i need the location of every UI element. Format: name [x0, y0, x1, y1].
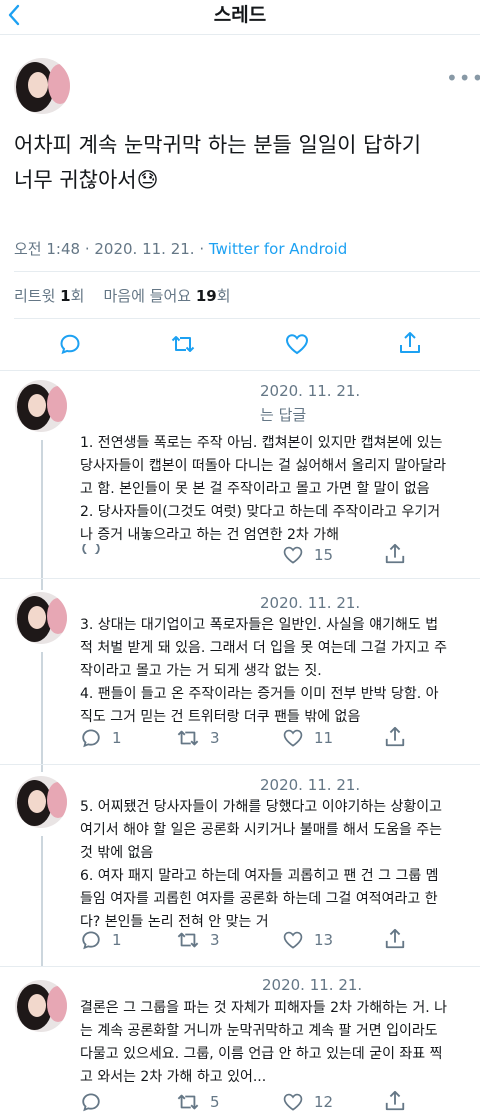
- reply-button[interactable]: 1: [80, 929, 122, 951]
- reply-action-bar: 5 12: [0, 1089, 480, 1113]
- heart-icon: [283, 546, 303, 564]
- like-count: 12: [314, 1093, 334, 1111]
- speech-bubble-icon: [82, 931, 100, 950]
- reply-text: 결론은 그 그룹을 파는 것 자체가 피해자들 2차 가해하는 거. 나 는 계…: [80, 1000, 447, 1085]
- main-action-bar: [0, 330, 480, 360]
- speech-bubble-icon: [82, 544, 100, 554]
- divider: [14, 271, 480, 272]
- speech-bubble-icon: [60, 334, 80, 355]
- share-button[interactable]: [384, 542, 406, 566]
- page-title: 스레드: [213, 4, 267, 26]
- share-button[interactable]: [384, 725, 406, 749]
- avatar[interactable]: [15, 776, 67, 828]
- tweet-client-link[interactable]: Twitter for Android: [209, 240, 347, 258]
- reply-date: 2020. 11. 21.: [262, 976, 363, 994]
- share-upload-icon: [385, 726, 405, 747]
- heart-icon: [283, 1093, 303, 1111]
- reply-text: 3. 상대는 대기업이고 폭로자들은 일반인. 사실을 얘기해도 법 적 처벌 …: [80, 617, 447, 725]
- share-upload-icon: [400, 332, 420, 353]
- more-dots-icon[interactable]: •••: [446, 66, 480, 90]
- retweet-button[interactable]: 3: [176, 929, 220, 951]
- tweet-time: 오전 1:48 · 2020. 11. 21. ·: [14, 240, 209, 258]
- reply-action-bar: 1 3 13: [0, 927, 480, 955]
- sweat-emoji-icon: 😓: [136, 168, 159, 192]
- avatar[interactable]: [15, 592, 67, 644]
- top-bar: 스레드: [0, 0, 480, 35]
- like-count: 15: [314, 546, 334, 564]
- like-button[interactable]: [284, 332, 310, 356]
- reply-date: 2020. 11. 21.: [260, 382, 361, 400]
- retweet-button[interactable]: [170, 332, 196, 356]
- heart-icon: [283, 931, 303, 949]
- like-button[interactable]: 13: [282, 929, 333, 951]
- like-button[interactable]: 12: [282, 1091, 333, 1113]
- reply-button[interactable]: [80, 1091, 102, 1113]
- reply-date: 2020. 11. 21.: [260, 594, 361, 612]
- divider: [0, 966, 480, 967]
- reply-text: 1. 전연생들 폭로는 주작 아님. 캡쳐본이 있지만 캡쳐본에 있는 당사자들…: [80, 435, 447, 543]
- reply-count: 1: [112, 931, 122, 949]
- divider: [0, 370, 480, 371]
- share-upload-icon: [385, 1090, 405, 1111]
- speech-bubble-icon: [82, 729, 100, 748]
- reply-action-bar: 15: [0, 542, 480, 570]
- share-upload-icon: [385, 928, 405, 949]
- heart-icon: [285, 334, 309, 355]
- retweets-stat[interactable]: 리트윗 1회: [14, 287, 84, 305]
- reply-text: 5. 어찌됐건 당사자들이 가해를 당했다고 이야기하는 상황이고 여기서 해야…: [80, 799, 443, 930]
- reply-count: 1: [112, 729, 122, 747]
- likes-stat[interactable]: 마음에 들어요 19회: [104, 287, 231, 305]
- reply-button[interactable]: [80, 544, 102, 554]
- speech-bubble-icon: [82, 1093, 100, 1112]
- like-count: 11: [314, 729, 334, 747]
- retweet-button[interactable]: 5: [176, 1091, 220, 1113]
- retweet-count: 5: [210, 1093, 220, 1111]
- divider: [0, 764, 480, 765]
- retweet-arrows-icon: [177, 1094, 199, 1110]
- retweet-arrows-icon: [171, 336, 195, 352]
- avatar[interactable]: [14, 58, 70, 114]
- tweet-meta: 오전 1:48 · 2020. 11. 21. · Twitter for An…: [14, 238, 347, 259]
- like-button[interactable]: 11: [282, 727, 333, 749]
- tweet-text: 어차피 계속 눈막귀막 하는 분들 일일이 답하기 너무 귀찮아서😓: [14, 133, 422, 192]
- retweet-count: 3: [210, 729, 220, 747]
- share-upload-icon: [385, 543, 405, 564]
- retweet-arrows-icon: [177, 730, 199, 746]
- reply-date: 2020. 11. 21.: [260, 776, 361, 794]
- retweet-arrows-icon: [177, 932, 199, 948]
- share-button[interactable]: [398, 330, 422, 356]
- share-button[interactable]: [384, 1089, 406, 1113]
- reply-button[interactable]: [58, 332, 82, 356]
- avatar[interactable]: [15, 380, 67, 432]
- reply-subtitle: 는 답글: [260, 406, 307, 424]
- thread-line: [41, 652, 43, 772]
- tweet-stats: 리트윗 1회 마음에 들어요 19회: [14, 285, 231, 306]
- heart-icon: [283, 729, 303, 747]
- reply-action-bar: 1 3 11: [0, 725, 480, 753]
- divider: [14, 318, 480, 319]
- like-count: 13: [314, 931, 334, 949]
- retweet-button[interactable]: 3: [176, 727, 220, 749]
- divider: [0, 578, 480, 579]
- share-button[interactable]: [384, 927, 406, 951]
- like-button[interactable]: 15: [282, 544, 333, 566]
- avatar[interactable]: [15, 980, 67, 1032]
- reply-button[interactable]: 1: [80, 727, 122, 749]
- retweet-count: 3: [210, 931, 220, 949]
